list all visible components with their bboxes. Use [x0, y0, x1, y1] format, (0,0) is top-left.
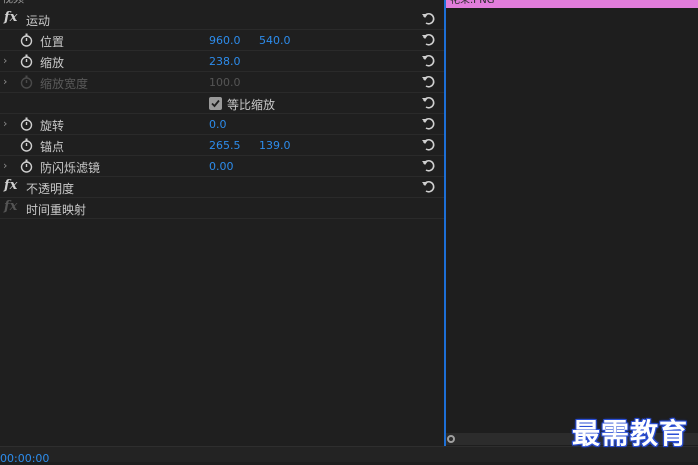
stopwatch-icon[interactable] [20, 54, 33, 68]
stopwatch-icon [20, 75, 33, 89]
uniform-scale-label: 等比缩放 [227, 98, 276, 112]
reset-icon[interactable] [421, 11, 437, 27]
property-row-uniform-scale[interactable]: 等比缩放 [0, 93, 444, 114]
effect-row-time-remapping[interactable]: fx 时间重映射 [0, 198, 444, 219]
section-label-video: 视频 [0, 0, 446, 5]
effect-label-time-remapping: 时间重映射 [26, 203, 87, 217]
anchor-x-value[interactable]: 265.5 [209, 139, 241, 152]
reset-icon[interactable] [421, 137, 437, 153]
property-row-anchor-point[interactable]: 锚点 265.5 139.0 [0, 135, 444, 156]
timecode[interactable]: 00:00:00 [0, 452, 49, 465]
property-row-position[interactable]: 位置 960.0 540.0 [0, 30, 444, 51]
chevron-right-icon[interactable]: › [3, 54, 7, 67]
property-label-scale: 缩放 [40, 56, 65, 70]
fx-icon[interactable]: fx [4, 199, 17, 214]
property-row-anti-flicker[interactable]: › 防闪烁滤镜 0.00 [0, 156, 444, 177]
property-row-scale[interactable]: › 缩放 238.0 [0, 51, 444, 72]
property-label-anchor-point: 锚点 [40, 140, 65, 154]
fx-icon[interactable]: fx [4, 10, 17, 25]
effect-controls-panel: 视频 fx 运动 位置 960.0 540.0 › 缩放 238.0 › 缩放宽… [0, 0, 444, 446]
fx-icon[interactable]: fx [4, 178, 17, 193]
reset-icon[interactable] [421, 32, 437, 48]
chevron-right-icon[interactable]: › [3, 117, 7, 130]
property-row-scale-width: › 缩放宽度 100.0 [0, 72, 444, 93]
property-label-rotation: 旋转 [40, 119, 65, 133]
reset-icon[interactable] [421, 179, 437, 195]
effect-label-motion: 运动 [26, 14, 51, 28]
checkmark-icon [211, 99, 220, 108]
property-row-rotation[interactable]: › 旋转 0.0 [0, 114, 444, 135]
zoom-handle[interactable] [447, 435, 455, 443]
reset-icon[interactable] [421, 116, 437, 132]
clip-bar[interactable]: 花朵.PNG [446, 0, 698, 8]
timeline-area[interactable] [446, 0, 698, 446]
chevron-right-icon[interactable]: › [3, 159, 7, 172]
stopwatch-icon[interactable] [20, 159, 33, 173]
position-x-value[interactable]: 960.0 [209, 34, 241, 47]
reset-icon[interactable] [421, 95, 437, 111]
scale-width-value: 100.0 [209, 76, 241, 89]
uniform-scale-checkbox[interactable] [209, 97, 222, 110]
reset-icon[interactable] [421, 158, 437, 174]
anchor-y-value[interactable]: 139.0 [259, 139, 291, 152]
effect-label-opacity: 不透明度 [26, 182, 75, 196]
rotation-value[interactable]: 0.0 [209, 118, 227, 131]
reset-icon[interactable] [421, 74, 437, 90]
stopwatch-icon[interactable] [20, 138, 33, 152]
effect-row-motion[interactable]: fx 运动 [0, 9, 444, 30]
watermark-logo: 最需教育 [572, 417, 689, 450]
stopwatch-icon[interactable] [20, 33, 33, 47]
anti-flicker-value[interactable]: 0.00 [209, 160, 234, 173]
position-y-value[interactable]: 540.0 [259, 34, 291, 47]
effect-row-opacity[interactable]: fx 不透明度 [0, 177, 444, 198]
scale-value[interactable]: 238.0 [209, 55, 241, 68]
property-label-anti-flicker: 防闪烁滤镜 [40, 161, 101, 175]
chevron-right-icon[interactable]: › [3, 75, 7, 88]
playhead-line[interactable] [444, 0, 446, 446]
property-label-position: 位置 [40, 35, 65, 49]
stopwatch-icon[interactable] [20, 117, 33, 131]
reset-icon[interactable] [421, 53, 437, 69]
property-label-scale-width: 缩放宽度 [40, 77, 89, 91]
